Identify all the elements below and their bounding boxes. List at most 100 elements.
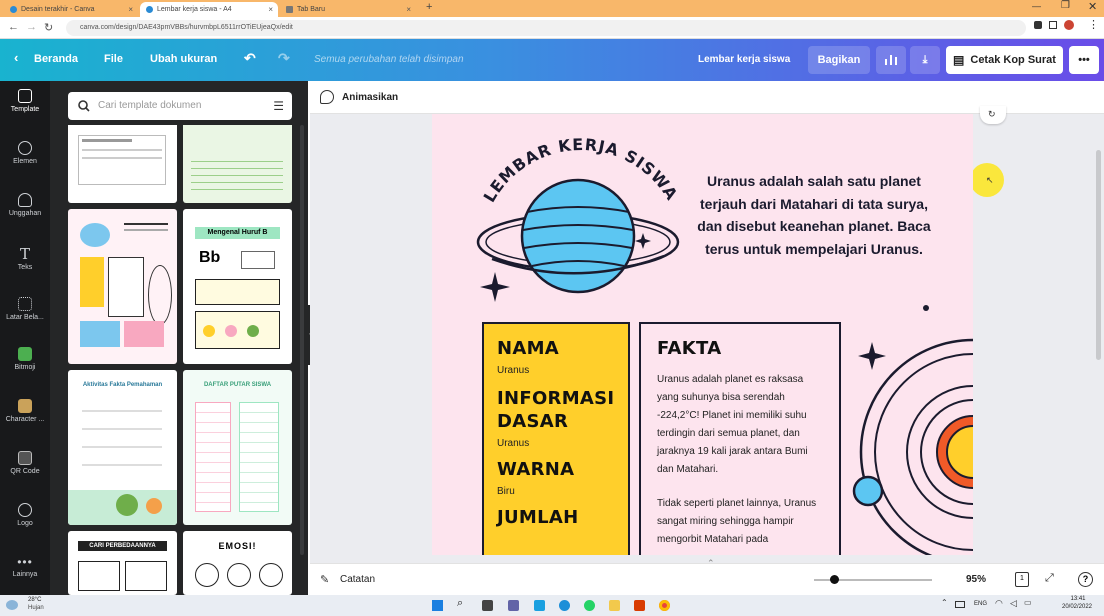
profile-avatar[interactable] — [1064, 20, 1074, 30]
redo-icon[interactable]: ↷ — [278, 50, 290, 67]
qr-code-icon — [18, 451, 32, 465]
template-thumbnail[interactable] — [68, 125, 177, 203]
edge-browser-icon[interactable] — [559, 600, 570, 611]
rail-label: Template — [10, 106, 40, 113]
fullscreen-icon[interactable]: ⤢ — [1045, 572, 1054, 585]
task-view-icon[interactable] — [482, 600, 493, 611]
shapes-icon — [18, 141, 32, 155]
reload-icon[interactable]: ↻ — [44, 21, 53, 34]
chrome-icon[interactable] — [659, 600, 670, 611]
rail-item-logo[interactable]: Logo — [0, 503, 50, 527]
template-thumbnail[interactable] — [68, 209, 177, 364]
whatsapp-icon[interactable] — [584, 600, 595, 611]
url-field[interactable]: canva.com/design/DAE43pmVBBs/hurvmbpL651… — [66, 20, 1026, 36]
download-icon[interactable]: ⤓ — [910, 46, 940, 74]
canva-favicon-icon — [146, 6, 153, 13]
save-status: Semua perubahan telah disimpan — [314, 54, 464, 65]
store-icon[interactable] — [534, 600, 545, 611]
facts-paragraph: Uranus adalah planet es raksasa yang suh… — [657, 374, 808, 475]
template-thumbnail[interactable]: EMOSI! — [183, 531, 292, 595]
print-letterhead-button[interactable]: ▤ Cetak Kop Surat — [946, 46, 1063, 74]
back-arrow-icon[interactable]: ← — [8, 21, 19, 33]
chevron-up-icon[interactable]: ⌃ — [941, 598, 948, 607]
filter-icon[interactable]: ☰ — [273, 92, 284, 120]
clock-time[interactable]: 13:41 — [1058, 596, 1098, 602]
thumb-title: Mengenal Huruf B — [195, 227, 280, 239]
close-window-icon[interactable]: ✕ — [1088, 0, 1097, 13]
browser-menu-icon[interactable]: ⋮ — [1088, 18, 1099, 31]
undo-icon[interactable]: ↶ — [244, 50, 256, 67]
rail-label: Lainnya — [12, 571, 38, 578]
extension-icon[interactable] — [1034, 21, 1042, 29]
template-thumbnail[interactable]: Aktivitas Fakta Pemahaman — [68, 370, 177, 525]
weather-icon[interactable] — [6, 600, 18, 610]
rail-item-more[interactable]: ••• Lainnya — [0, 555, 50, 578]
rail-item-character[interactable]: Character ... — [0, 399, 50, 423]
panel-scrollbar[interactable] — [300, 125, 304, 555]
battery-icon[interactable] — [955, 601, 965, 608]
battery-status-icon[interactable]: ▭ — [1024, 598, 1032, 607]
template-thumbnail[interactable]: Mengenal Huruf B Bb — [183, 209, 292, 364]
zoom-level[interactable]: 95% — [966, 574, 986, 585]
windows-start-icon[interactable] — [432, 600, 443, 611]
forward-arrow-icon[interactable]: → — [26, 21, 37, 33]
rail-item-bitmoji[interactable]: Bitmoji — [0, 347, 50, 371]
chevron-up-icon[interactable]: ⌃ — [707, 558, 715, 569]
wifi-icon[interactable]: ◠ — [995, 598, 1003, 609]
close-tab-icon[interactable]: × — [128, 5, 133, 14]
office-icon[interactable] — [634, 600, 645, 611]
template-thumbnail[interactable]: CARI PERBEDAANNYA — [68, 531, 177, 595]
design-page[interactable]: LEMBAR KERJA SISWA Uranus adalah salah s… — [432, 114, 973, 555]
close-tab-icon[interactable]: × — [268, 5, 273, 14]
browser-tab[interactable]: Tab Baru × — [280, 2, 416, 17]
chevron-left-icon[interactable]: ‹ — [14, 50, 18, 65]
resize-button[interactable]: Ubah ukuran — [150, 53, 217, 65]
template-thumbnail[interactable]: DAFTAR PUTAR SISWA — [183, 370, 292, 525]
search-icon — [78, 100, 90, 112]
editor-bottom-bar: ✎ Catatan ⌃ 95% 1 ⤢ ? — [310, 558, 1104, 595]
sidebar-toggle-icon[interactable] — [1049, 21, 1057, 29]
close-tab-icon[interactable]: × — [406, 5, 411, 14]
template-thumbnail[interactable] — [183, 125, 292, 203]
rail-item-text[interactable]: T Teks — [0, 245, 50, 271]
teams-chat-icon[interactable] — [508, 600, 519, 611]
tab-title: Tab Baru — [297, 6, 326, 13]
search-icon[interactable]: ⌕ — [457, 597, 463, 610]
animate-button[interactable]: Animasikan — [342, 92, 398, 103]
insights-icon[interactable] — [876, 46, 906, 74]
file-menu-button[interactable]: File — [104, 53, 123, 65]
ellipsis-icon: ••• — [17, 555, 33, 569]
background-icon — [18, 297, 32, 311]
zoom-slider-thumb[interactable] — [830, 575, 840, 584]
canva-favicon-icon — [10, 6, 17, 13]
canvas-scrollbar[interactable] — [1096, 150, 1101, 360]
document-title[interactable]: Lembar kerja siswa — [698, 54, 790, 65]
notes-button[interactable]: Catatan — [340, 574, 375, 585]
new-tab-icon[interactable]: + — [426, 1, 432, 13]
template-panel: Cari template dokumen ☰ Mengenal Huruf B… — [50, 81, 308, 595]
browser-tab[interactable]: Desain terakhir - Canva × — [4, 2, 138, 17]
rail-item-elements[interactable]: Elemen — [0, 141, 50, 165]
rail-item-qrcode[interactable]: QR Code — [0, 451, 50, 475]
minimize-icon[interactable]: — — [1032, 1, 1041, 11]
maximize-icon[interactable]: ❐ — [1061, 0, 1070, 11]
rail-item-uploads[interactable]: Unggahan — [0, 193, 50, 217]
bitmoji-icon — [18, 347, 32, 361]
more-options-icon[interactable]: ••• — [1069, 46, 1099, 74]
template-search-input[interactable]: Cari template dokumen ☰ — [68, 92, 292, 120]
share-button[interactable]: Bagikan — [808, 46, 870, 74]
language-indicator[interactable]: ENG — [974, 601, 987, 607]
clock-date[interactable]: 20/02/2022 — [1052, 604, 1102, 610]
new-tab-favicon-icon — [286, 6, 293, 13]
rail-item-template[interactable]: Template — [0, 89, 50, 113]
help-button[interactable]: ? — [1078, 572, 1093, 587]
page-tools-button[interactable]: ↻ — [980, 106, 1006, 124]
page-count-button[interactable]: 1 — [1015, 572, 1029, 587]
animate-icon — [320, 90, 334, 104]
volume-icon[interactable]: ◁ — [1010, 598, 1017, 609]
rail-item-backgrounds[interactable]: Latar Bela... — [0, 297, 50, 321]
file-explorer-icon[interactable] — [609, 600, 620, 611]
home-button[interactable]: Beranda — [34, 53, 78, 65]
browser-tab-active[interactable]: Lembar kerja siswa - A4 × — [140, 2, 278, 17]
tab-title: Lembar kerja siswa - A4 — [157, 6, 232, 13]
